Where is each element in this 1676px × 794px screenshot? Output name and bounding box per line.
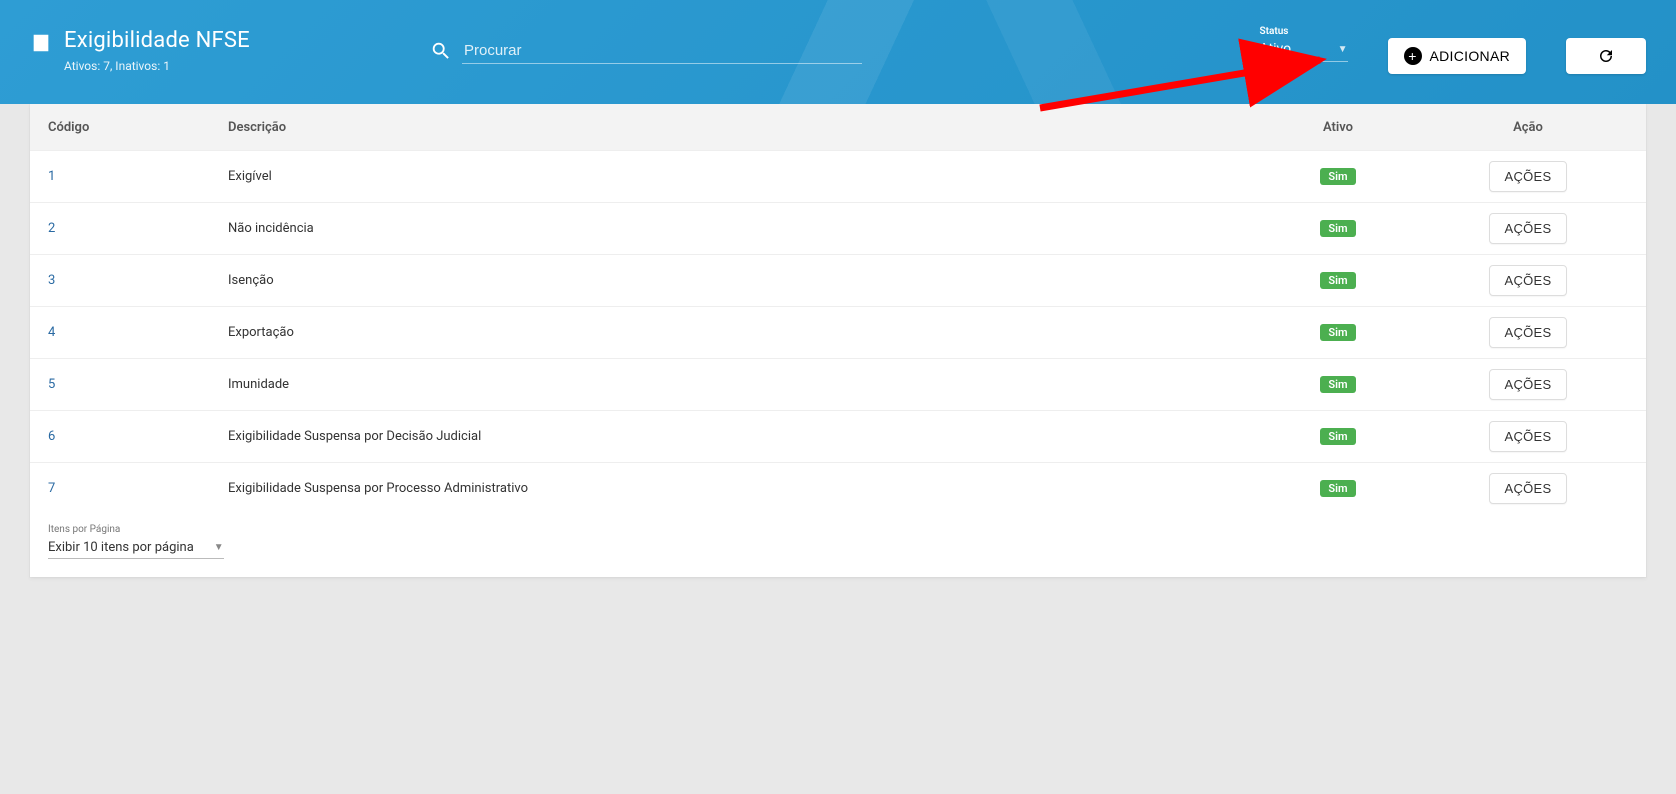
- status-filter: Status Ativo ▼: [1260, 26, 1348, 62]
- active-badge: Sim: [1320, 168, 1355, 185]
- col-header-ativo: Ativo: [1248, 120, 1428, 135]
- table-row: 5Imunidade Sim AÇÕES: [30, 358, 1646, 410]
- table-footer: Itens por Página Exibir 10 itens por pág…: [30, 514, 1646, 577]
- table-row: 7Exigibilidade Suspensa por Processo Adm…: [30, 462, 1646, 514]
- row-ativo: Sim: [1248, 272, 1428, 289]
- table-row: 2Não incidência Sim AÇÕES: [30, 202, 1646, 254]
- row-codigo[interactable]: 7: [48, 481, 228, 496]
- row-actions-button[interactable]: AÇÕES: [1489, 473, 1566, 504]
- row-codigo[interactable]: 2: [48, 221, 228, 236]
- row-descricao: Exigível: [228, 169, 1248, 184]
- active-badge: Sim: [1320, 272, 1355, 289]
- status-value: Ativo: [1260, 41, 1292, 57]
- row-actions-button[interactable]: AÇÕES: [1489, 161, 1566, 192]
- chevron-down-icon: ▼: [214, 542, 224, 553]
- items-per-page-select[interactable]: Exibir 10 itens por página ▼: [48, 537, 224, 559]
- row-descricao: Exigibilidade Suspensa por Decisão Judic…: [228, 429, 1248, 444]
- active-badge: Sim: [1320, 428, 1355, 445]
- table-row: 3Isenção Sim AÇÕES: [30, 254, 1646, 306]
- active-badge: Sim: [1320, 480, 1355, 497]
- table-row: 6Exigibilidade Suspensa por Decisão Judi…: [30, 410, 1646, 462]
- row-ativo: Sim: [1248, 428, 1428, 445]
- row-descricao: Imunidade: [228, 377, 1248, 392]
- row-descricao: Exigibilidade Suspensa por Processo Admi…: [228, 481, 1248, 496]
- col-header-codigo: Código: [48, 120, 228, 135]
- row-codigo[interactable]: 3: [48, 273, 228, 288]
- search-icon: [430, 40, 452, 62]
- page-header: Exigibilidade NFSE Ativos: 7, Inativos: …: [0, 0, 1676, 104]
- row-codigo[interactable]: 1: [48, 169, 228, 184]
- row-codigo[interactable]: 6: [48, 429, 228, 444]
- refresh-icon: [1597, 47, 1615, 65]
- title-block: Exigibilidade NFSE Ativos: 7, Inativos: …: [30, 28, 390, 73]
- items-per-page-value: Exibir 10 itens por página: [48, 540, 194, 555]
- row-actions-button[interactable]: AÇÕES: [1489, 317, 1566, 348]
- row-ativo: Sim: [1248, 480, 1428, 497]
- col-header-acao: Ação: [1428, 120, 1628, 135]
- add-button-label: ADICIONAR: [1430, 48, 1511, 64]
- active-badge: Sim: [1320, 220, 1355, 237]
- row-actions-button[interactable]: AÇÕES: [1489, 369, 1566, 400]
- document-icon: [30, 32, 52, 54]
- table-row: 1Exigível Sim AÇÕES: [30, 150, 1646, 202]
- row-descricao: Isenção: [228, 273, 1248, 288]
- refresh-button[interactable]: [1566, 38, 1646, 74]
- table-header: Código Descrição Ativo Ação: [30, 104, 1646, 150]
- row-actions-button[interactable]: AÇÕES: [1489, 213, 1566, 244]
- table-row: 4Exportação Sim AÇÕES: [30, 306, 1646, 358]
- row-actions-button[interactable]: AÇÕES: [1489, 265, 1566, 296]
- row-actions-button[interactable]: AÇÕES: [1489, 421, 1566, 452]
- items-per-page-label: Itens por Página: [48, 524, 1628, 535]
- row-ativo: Sim: [1248, 220, 1428, 237]
- row-descricao: Exportação: [228, 325, 1248, 340]
- plus-icon: +: [1404, 47, 1422, 65]
- page-subtitle: Ativos: 7, Inativos: 1: [64, 59, 250, 73]
- row-codigo[interactable]: 5: [48, 377, 228, 392]
- chevron-down-icon: ▼: [1338, 44, 1348, 55]
- row-ativo: Sim: [1248, 376, 1428, 393]
- row-ativo: Sim: [1248, 168, 1428, 185]
- active-badge: Sim: [1320, 376, 1355, 393]
- status-label: Status: [1260, 26, 1348, 37]
- row-descricao: Não incidência: [228, 221, 1248, 236]
- search-block: [430, 38, 862, 64]
- row-ativo: Sim: [1248, 324, 1428, 341]
- page-title: Exigibilidade NFSE: [64, 28, 250, 53]
- add-button[interactable]: + ADICIONAR: [1388, 38, 1527, 74]
- data-table: Código Descrição Ativo Ação 1Exigível Sim…: [30, 104, 1646, 577]
- row-codigo[interactable]: 4: [48, 325, 228, 340]
- active-badge: Sim: [1320, 324, 1355, 341]
- status-select[interactable]: Ativo ▼: [1260, 37, 1348, 62]
- search-input[interactable]: [462, 38, 862, 64]
- col-header-descricao: Descrição: [228, 120, 1248, 135]
